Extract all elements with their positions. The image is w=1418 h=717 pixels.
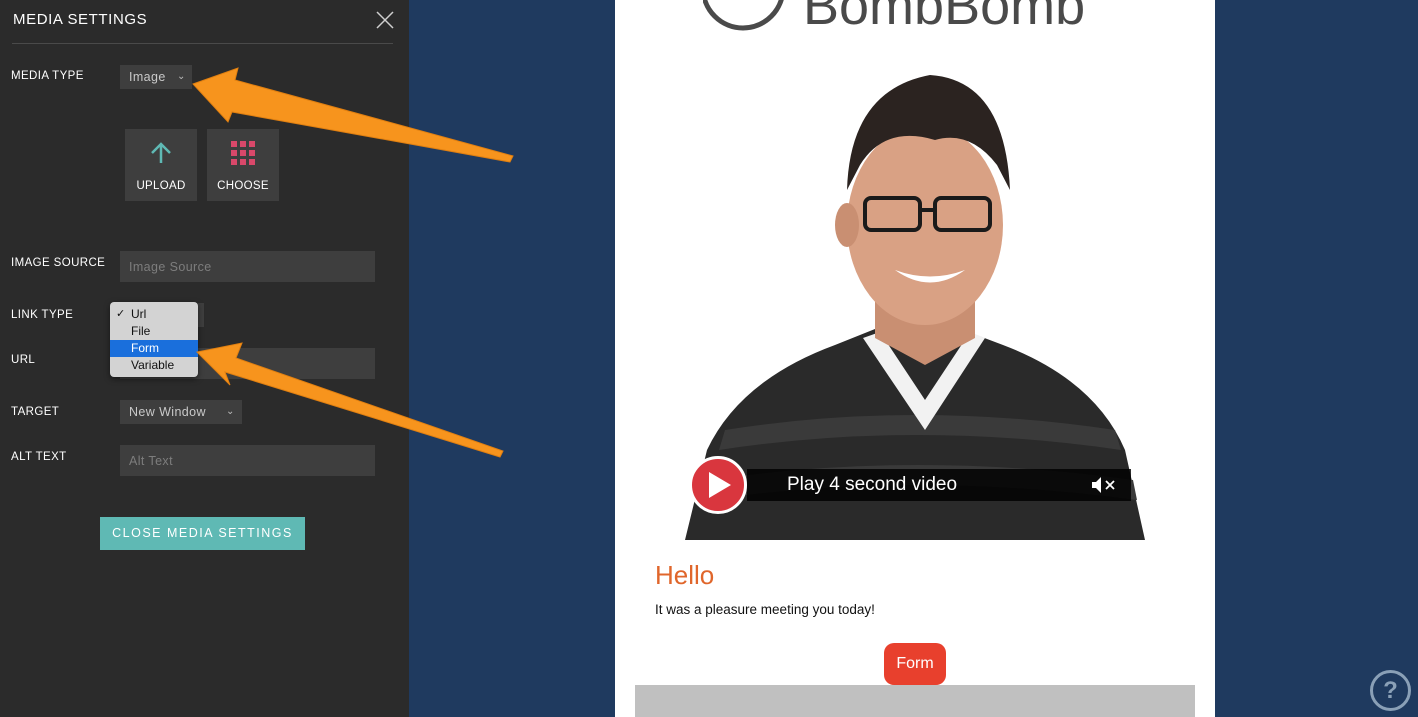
divider: [12, 43, 393, 44]
choose-label: CHOOSE: [217, 180, 269, 192]
help-icon[interactable]: ?: [1370, 670, 1411, 711]
play-button[interactable]: [689, 456, 747, 514]
media-settings-panel: MEDIA SETTINGS MEDIA TYPE Image ⌄ UPLOAD…: [0, 0, 409, 717]
grid-icon: [231, 141, 255, 165]
upload-label: UPLOAD: [136, 180, 186, 192]
target-value: New Window: [129, 405, 206, 419]
greeting-heading: Hello: [655, 560, 715, 590]
bombbomb-logo: BombBomb: [703, 0, 1085, 36]
footer-block: [635, 685, 1195, 717]
link-type-option-form[interactable]: Form: [110, 340, 198, 357]
play-icon: [709, 472, 731, 498]
url-label: URL: [11, 354, 36, 366]
link-type-select[interactable]: [198, 303, 204, 327]
link-type-label: LINK TYPE: [11, 309, 74, 321]
image-source-label: IMAGE SOURCE: [11, 257, 106, 269]
link-type-option-file[interactable]: File: [110, 323, 198, 340]
alt-text-label: ALT TEXT: [11, 451, 67, 463]
link-type-option-url[interactable]: ✓ Url: [110, 306, 198, 323]
video-caption: Play 4 second video: [787, 474, 958, 495]
checkmark-icon: ✓: [116, 308, 126, 320]
message-text: It was a pleasure meeting you today!: [655, 602, 875, 617]
panel-title: MEDIA SETTINGS: [13, 11, 148, 28]
link-type-dropdown: ✓ Url File Form Variable: [110, 302, 198, 377]
alt-text-input[interactable]: [120, 445, 375, 476]
media-type-value: Image: [129, 70, 166, 84]
media-type-select[interactable]: Image ⌄: [120, 65, 192, 89]
target-label: TARGET: [11, 406, 60, 418]
target-select[interactable]: New Window ⌄: [120, 400, 242, 424]
email-preview: BombBomb Play 4 second video Hello It wa…: [615, 0, 1215, 717]
close-media-settings-button[interactable]: CLOSE MEDIA SETTINGS: [100, 517, 305, 550]
chevron-down-icon: ⌄: [226, 406, 235, 417]
close-icon[interactable]: [375, 10, 395, 30]
video-bar: Play 4 second video: [747, 469, 1131, 501]
svg-text:BombBomb: BombBomb: [803, 0, 1085, 36]
choose-button[interactable]: CHOOSE: [207, 129, 279, 201]
media-type-label: MEDIA TYPE: [11, 70, 84, 82]
image-source-input[interactable]: [120, 251, 375, 282]
form-button[interactable]: Form: [884, 643, 946, 685]
mute-icon[interactable]: [1091, 476, 1117, 494]
link-type-option-variable[interactable]: Variable: [110, 357, 198, 374]
chevron-down-icon: ⌄: [177, 71, 186, 82]
upload-button[interactable]: UPLOAD: [125, 129, 197, 201]
upload-arrow-icon: [151, 142, 171, 163]
